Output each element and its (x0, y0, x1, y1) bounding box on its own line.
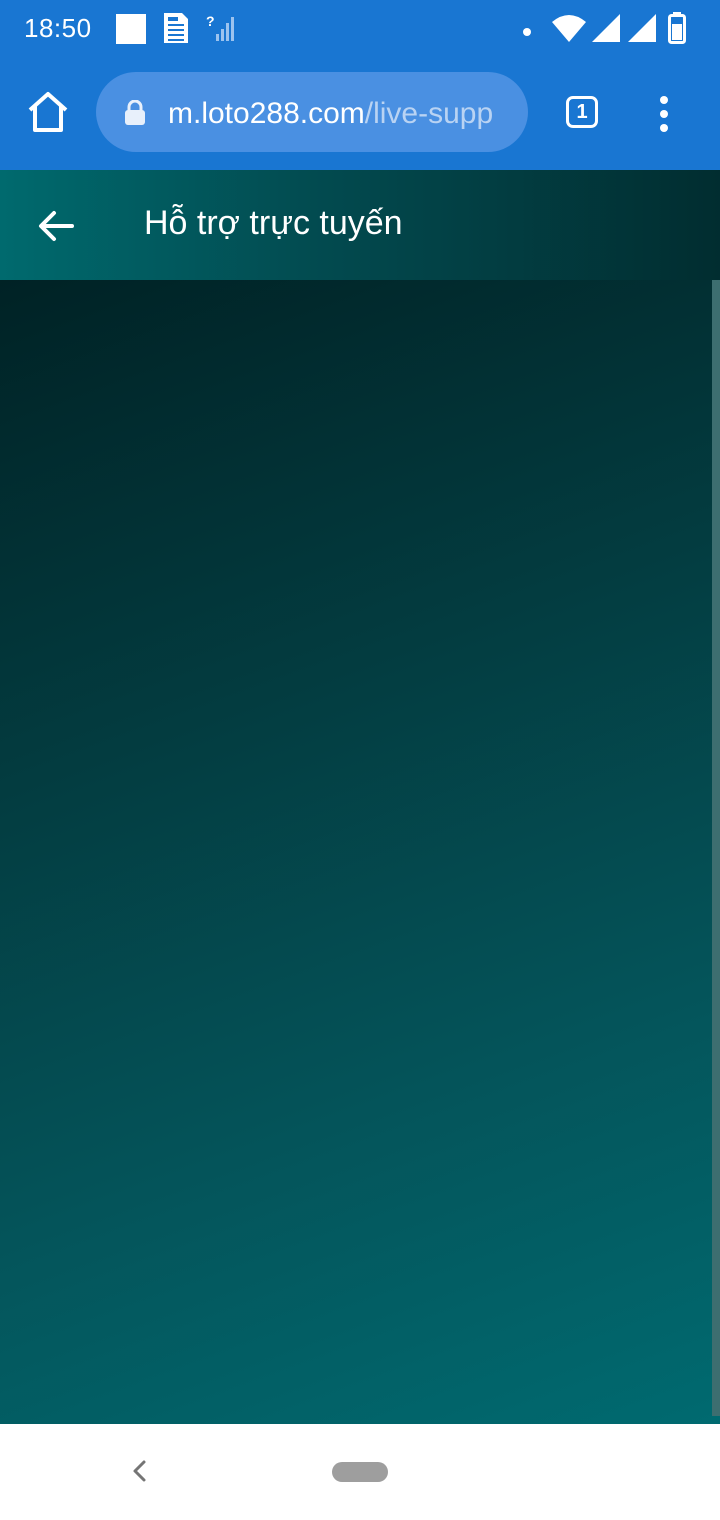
url-domain: m.loto288.com (168, 97, 365, 130)
scrollbar[interactable] (712, 280, 720, 1416)
tab-count: 1 (576, 101, 588, 123)
app-square-icon (116, 14, 146, 49)
signal-icon (628, 14, 656, 47)
tabs-icon[interactable]: 1 (566, 96, 598, 128)
document-icon (162, 12, 190, 49)
wifi-icon (552, 14, 586, 47)
lock-icon (124, 99, 146, 126)
battery-icon (668, 12, 686, 49)
chevron-left-icon[interactable] (128, 1456, 150, 1486)
page-header: Hỗ trợ trực tuyến (0, 170, 720, 280)
url-text: m.loto288.com/live-supp (168, 94, 512, 134)
url-bar[interactable]: m.loto288.com/live-supp (96, 72, 528, 152)
browser-toolbar: m.loto288.com/live-supp 1 (0, 58, 720, 170)
page-title: Hỗ trợ trực tuyến (144, 204, 403, 242)
arrow-back-icon[interactable] (36, 206, 76, 246)
svg-text:?: ? (206, 14, 215, 29)
content-area (0, 280, 720, 1424)
signal-icon (592, 14, 620, 47)
no-signal-icon: ? (206, 13, 234, 47)
home-icon[interactable] (26, 90, 70, 134)
status-time: 18:50 (24, 13, 92, 43)
system-nav-bar (0, 1424, 720, 1520)
more-vert-icon[interactable] (654, 96, 674, 132)
notification-dot-icon (522, 24, 532, 42)
url-path: /live-supp (364, 97, 494, 130)
home-pill-icon[interactable] (332, 1462, 388, 1482)
status-bar: 18:50 ? (0, 0, 720, 58)
